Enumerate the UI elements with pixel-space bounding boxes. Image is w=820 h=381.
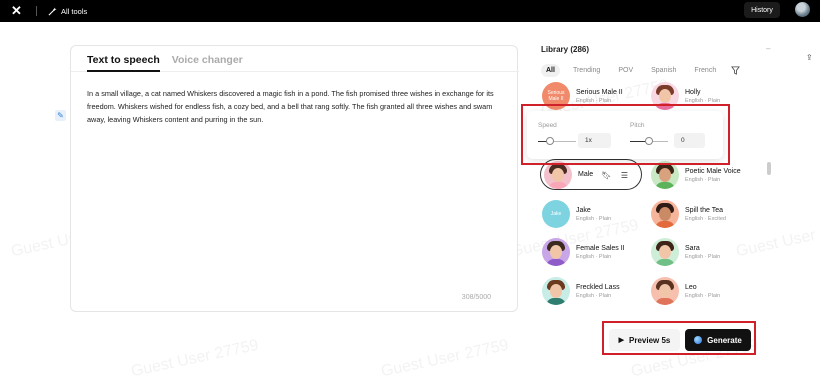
voice-avatar [651, 200, 679, 228]
voice-meta: English · Plain [576, 292, 612, 299]
voice-meta: English · Plain [685, 253, 721, 260]
voice-item-freckled-lass[interactable]: Freckled Lass English · Plain [542, 277, 620, 305]
filter-trending[interactable]: Trending [568, 64, 605, 77]
voice-item-leo[interactable]: Leo English · Plain [651, 277, 720, 305]
all-tools-button[interactable]: All tools [48, 4, 87, 18]
all-tools-label: All tools [61, 6, 88, 16]
magic-wand-icon [48, 6, 57, 15]
voice-item-poetic-male[interactable]: Poetic Male Voice English · Plain [651, 161, 741, 189]
voice-avatar: Jake [542, 200, 570, 228]
text-editor-card: Text to speech Voice changer In a small … [70, 45, 519, 312]
voice-meta: English · Plain [685, 292, 721, 299]
filter-french[interactable]: French [689, 64, 721, 77]
voice-meta: English · Plain [576, 253, 612, 260]
bookmark-icon[interactable]: 🔖︎ [601, 170, 612, 181]
voice-meta: English · Plain [576, 215, 612, 222]
voice-meta: English · Excited [685, 215, 726, 222]
voice-badge: Serious Male II [547, 90, 565, 102]
voice-item-jake[interactable]: Jake Jake English · Plain [542, 200, 611, 228]
filter-spanish[interactable]: Spanish [646, 64, 681, 77]
library-title: Library (286) [541, 45, 590, 54]
tab-voice-changer[interactable]: Voice changer [172, 54, 243, 70]
tab-bar: Text to speech Voice changer [87, 54, 243, 70]
voice-avatar [542, 238, 570, 266]
filter-icon[interactable] [731, 66, 740, 75]
voice-name: Jake [576, 206, 591, 214]
voice-name: Female Sales II [576, 244, 625, 252]
settings-sliders-icon[interactable]: ☰ [619, 170, 630, 181]
highlight-box-settings [521, 104, 730, 165]
history-button[interactable]: History [744, 2, 780, 18]
filter-chips: All Trending POV Spanish French [541, 64, 721, 77]
tab-text-to-speech[interactable]: Text to speech [87, 54, 160, 70]
voice-badge: Jake [550, 211, 562, 217]
collapse-icon[interactable]: – [766, 44, 770, 53]
magic-edit-icon[interactable]: ✎ [55, 110, 66, 121]
voice-name: Serious Male II [576, 88, 623, 96]
voice-avatar [542, 277, 570, 305]
voice-meta: English · Plain [576, 97, 612, 104]
voice-meta: English · Plain [685, 176, 721, 183]
voice-avatar [651, 161, 679, 189]
voice-item-sara[interactable]: Sara English · Plain [651, 238, 720, 266]
voice-item-male[interactable]: Male [544, 161, 593, 189]
library-scrollbar[interactable] [767, 162, 771, 175]
divider [36, 6, 37, 16]
user-avatar[interactable] [795, 2, 810, 17]
voice-avatar [651, 238, 679, 266]
highlight-box-actions [602, 321, 756, 355]
voice-item-female-sales[interactable]: Female Sales II English · Plain [542, 238, 625, 266]
filter-all[interactable]: All [541, 64, 560, 77]
voice-avatar [544, 161, 572, 189]
voice-avatar [651, 277, 679, 305]
voice-name: Spill the Tea [685, 206, 724, 214]
watermark: Guest User 27759 [734, 217, 820, 261]
voice-name: Holly [685, 88, 701, 96]
top-bar: ✕ All tools History [0, 0, 820, 22]
watermark: Guest User 27759 [379, 336, 511, 381]
voice-name: Male [578, 170, 594, 178]
voice-item-spill-the-tea[interactable]: Spill the Tea English · Excited [651, 200, 726, 228]
share-icon[interactable]: ⇪ [806, 53, 816, 63]
voice-name: Freckled Lass [576, 283, 620, 291]
character-counter: 308/5000 [461, 294, 491, 301]
voice-meta: English · Plain [685, 97, 721, 104]
filter-pov[interactable]: POV [613, 64, 638, 77]
voice-name: Sara [685, 244, 700, 252]
script-text-area[interactable]: In a small village, a cat named Whiskers… [87, 87, 507, 126]
voice-name: Leo [685, 283, 697, 291]
capcut-logo-icon[interactable]: ✕ [11, 4, 25, 18]
voice-name: Poetic Male Voice [685, 167, 741, 175]
watermark: Guest User 27759 [129, 336, 261, 381]
active-tab-indicator [87, 70, 160, 72]
